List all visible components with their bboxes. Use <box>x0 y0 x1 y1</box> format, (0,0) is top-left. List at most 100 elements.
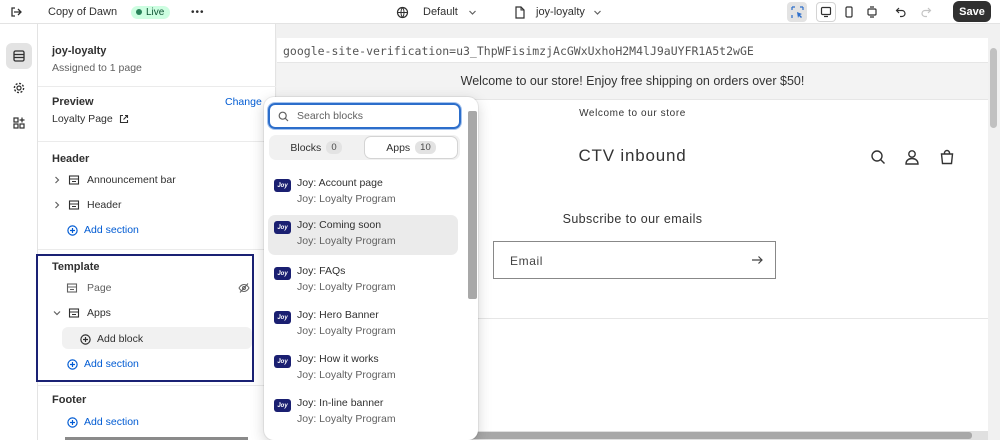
section-icon <box>68 175 80 185</box>
divider <box>38 86 276 87</box>
block-item-inline-banner[interactable]: Joy Joy: In-line banner Joy: Loyalty Pro… <box>268 393 458 433</box>
scroll-thumb[interactable] <box>990 48 997 128</box>
chevron-right-icon[interactable] <box>53 176 61 184</box>
block-type-tabs: Blocks 0 Apps 10 <box>269 135 460 160</box>
block-item-how-it-works[interactable]: Joy Joy: How it works Joy: Loyalty Progr… <box>268 349 458 389</box>
preview-page-label: Loyalty Page <box>52 113 113 125</box>
account-icon[interactable] <box>903 148 921 166</box>
redo-button[interactable] <box>916 2 936 22</box>
chevron-right-icon[interactable] <box>53 201 61 209</box>
inspector-toggle-button[interactable] <box>787 2 807 22</box>
announcement-bar[interactable]: Welcome to our store! Enjoy free shippin… <box>277 62 988 100</box>
block-item-account-page[interactable]: Joy Joy: Account page Joy: Loyalty Progr… <box>268 173 458 213</box>
live-dot-icon <box>136 9 142 15</box>
top-bar: Copy of Dawn Live ••• Default joy-loyalt… <box>0 0 1000 24</box>
sections-button[interactable] <box>6 43 32 69</box>
block-picker-popover: Blocks 0 Apps 10 Joy Joy: Account page J… <box>264 97 478 440</box>
assigned-pages-text: Assigned to 1 page <box>52 62 142 74</box>
save-button[interactable]: Save <box>953 1 991 22</box>
divider <box>38 141 276 142</box>
theme-settings-button[interactable] <box>6 75 32 101</box>
change-link[interactable]: Change <box>225 96 262 108</box>
email-field[interactable]: Email <box>493 241 776 279</box>
joy-app-logo: Joy <box>274 179 291 192</box>
search-icon[interactable] <box>869 148 887 166</box>
header-section-heading: Header <box>52 153 90 165</box>
block-title: Joy: FAQs <box>297 265 346 277</box>
plus-circle-icon <box>67 416 78 428</box>
cart-icon[interactable] <box>938 148 956 166</box>
more-actions-button[interactable]: ••• <box>191 0 205 24</box>
page-icon <box>515 5 525 19</box>
block-app-name: Joy: Loyalty Program <box>297 413 396 425</box>
scroll-thumb[interactable] <box>468 111 477 299</box>
chevron-down-icon <box>468 10 476 15</box>
sections-icon <box>13 50 25 62</box>
page-selector-label: joy-loyalty <box>536 6 585 18</box>
theme-name: Copy of Dawn <box>48 6 118 18</box>
chevron-down-icon <box>593 10 601 15</box>
block-title: Joy: In-line banner <box>297 397 384 409</box>
section-label: Announcement bar <box>87 174 176 186</box>
mobile-icon <box>845 6 853 18</box>
undo-button[interactable] <box>891 2 911 22</box>
picker-scrollbar[interactable] <box>467 107 477 440</box>
block-item-coming-soon[interactable]: Joy Joy: Coming soon Joy: Loyalty Progra… <box>268 215 458 255</box>
block-item-faqs[interactable]: Joy Joy: FAQs Joy: Loyalty Program <box>268 261 458 301</box>
globe-icon <box>396 6 409 18</box>
section-label: Header <box>87 199 122 211</box>
block-app-name: Joy: Loyalty Program <box>297 235 396 247</box>
joy-app-logo: Joy <box>274 399 291 412</box>
add-section-header-button[interactable]: Add section <box>67 224 139 236</box>
block-item-hero-banner[interactable]: Joy Joy: Hero Banner Joy: Loyalty Progra… <box>268 305 458 345</box>
section-header[interactable]: Header <box>53 199 121 211</box>
add-section-footer-button[interactable]: Add section <box>67 416 139 428</box>
plus-circle-icon <box>67 224 78 236</box>
divider <box>38 385 276 386</box>
block-title: Joy: How it works <box>297 353 379 365</box>
mobile-view-button[interactable] <box>839 2 859 22</box>
divider <box>38 249 276 250</box>
page-title: joy-loyalty <box>52 45 107 57</box>
verification-text: google-site-verification=u3_ThpWFisimzjA… <box>283 44 754 58</box>
tab-blocks[interactable]: Blocks 0 <box>271 137 361 158</box>
section-icon <box>68 200 80 210</box>
block-app-name: Joy: Loyalty Program <box>297 325 396 337</box>
block-app-name: Joy: Loyalty Program <box>297 369 396 381</box>
joy-app-logo: Joy <box>274 221 291 234</box>
tab-label: Blocks <box>290 141 322 154</box>
preview-heading: Preview <box>52 96 94 108</box>
template-highlight-box <box>36 254 254 382</box>
fullscreen-icon <box>867 6 877 18</box>
desktop-view-button[interactable] <box>816 2 836 22</box>
status-badge: Live <box>131 5 171 19</box>
block-title: Joy: Account page <box>297 177 383 189</box>
exit-icon[interactable] <box>6 2 26 22</box>
external-link-icon <box>119 114 128 124</box>
page-selector[interactable]: joy-loyalty <box>514 0 602 24</box>
block-title: Joy: Hero Banner <box>297 309 379 321</box>
template-selector[interactable]: Default <box>396 0 477 24</box>
preview-vertical-scrollbar[interactable] <box>988 38 1000 434</box>
search-blocks-input[interactable] <box>297 110 447 122</box>
status-badge-label: Live <box>146 6 165 18</box>
undo-icon <box>895 7 906 18</box>
template-selector-label: Default <box>423 6 458 18</box>
block-app-name: Joy: Loyalty Program <box>297 193 396 205</box>
tab-apps[interactable]: Apps 10 <box>365 137 457 158</box>
section-announcement-bar[interactable]: Announcement bar <box>53 174 176 186</box>
app-embeds-button[interactable] <box>6 110 32 136</box>
preview-page-link[interactable]: Loyalty Page <box>52 113 129 125</box>
tab-count: 10 <box>415 141 436 154</box>
search-blocks-field[interactable] <box>268 103 461 129</box>
block-title: Joy: Coming soon <box>297 219 382 231</box>
arrow-right-icon[interactable] <box>749 252 765 268</box>
fullscreen-button[interactable] <box>862 2 882 22</box>
email-label: Email <box>510 254 544 268</box>
desktop-icon <box>820 6 832 18</box>
add-section-label: Add section <box>84 224 139 236</box>
joy-app-logo: Joy <box>274 355 291 368</box>
apps-icon <box>13 117 25 129</box>
footer-section-heading: Footer <box>52 394 87 406</box>
announcement-text: Welcome to our store! Enjoy free shippin… <box>460 74 805 88</box>
